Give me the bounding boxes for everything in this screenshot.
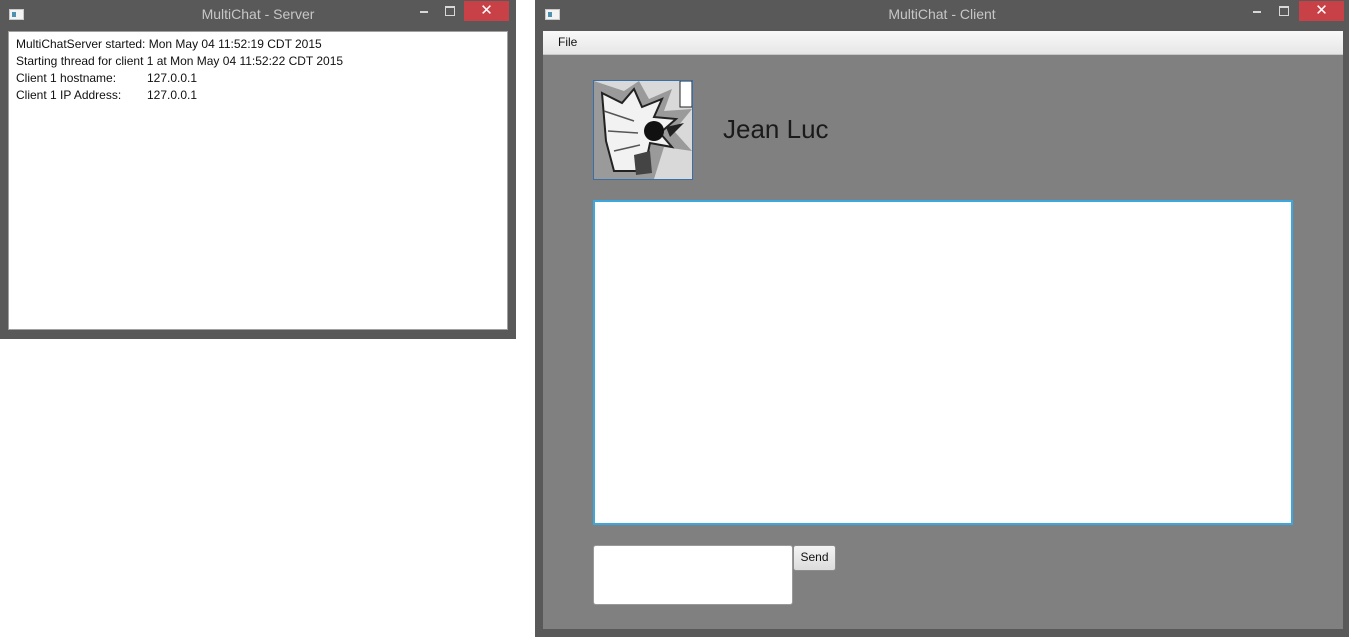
send-button[interactable]: Send (793, 545, 836, 571)
log-label: Client 1 IP Address: (16, 88, 122, 102)
minimize-icon (420, 10, 428, 13)
close-icon: ✕ (480, 1, 493, 19)
log-line: Client 1 hostname: 127.0.0.1 (16, 70, 500, 87)
log-text: Starting thread for client 1 at Mon May … (16, 54, 344, 68)
server-log-area[interactable]: MultiChatServer started: Mon May 04 11:5… (8, 31, 508, 330)
client-titlebar[interactable]: MultiChat - Client ✕ (535, 0, 1349, 30)
maximize-icon (445, 5, 455, 16)
close-button[interactable]: ✕ (1299, 1, 1344, 21)
minimize-button[interactable] (1244, 1, 1270, 21)
log-value: 127.0.0.1 (147, 71, 198, 85)
server-window: MultiChat - Server ✕ MultiChatServer sta… (0, 0, 516, 339)
log-line: Starting thread for client 1 at Mon May … (16, 53, 500, 70)
server-titlebar[interactable]: MultiChat - Server ✕ (0, 0, 516, 30)
minimize-button[interactable] (411, 1, 437, 21)
minimize-icon (1253, 10, 1261, 13)
menu-file[interactable]: File (558, 35, 577, 49)
menu-bar: File (543, 31, 1343, 55)
client-content: Jean Luc Send (543, 55, 1343, 629)
log-value: 127.0.0.1 (147, 88, 198, 102)
client-window: MultiChat - Client ✕ File Jean Luc Send (535, 0, 1349, 637)
log-label: Client 1 hostname: (16, 71, 117, 85)
cartoon-bird-avatar-icon (594, 81, 692, 179)
client-window-title: MultiChat - Client (888, 6, 996, 22)
user-avatar (593, 80, 693, 180)
user-name: Jean Luc (723, 114, 829, 144)
message-input[interactable] (593, 545, 793, 605)
chat-history-area[interactable] (593, 200, 1293, 525)
maximize-button[interactable] (1271, 1, 1297, 21)
close-button[interactable]: ✕ (464, 1, 509, 21)
maximize-button[interactable] (437, 1, 463, 21)
log-text: MultiChatServer started: Mon May 04 11:5… (16, 37, 322, 51)
log-line: MultiChatServer started: Mon May 04 11:5… (16, 36, 500, 53)
maximize-icon (1279, 5, 1289, 16)
close-icon: ✕ (1315, 1, 1328, 19)
log-line: Client 1 IP Address: 127.0.0.1 (16, 87, 500, 104)
